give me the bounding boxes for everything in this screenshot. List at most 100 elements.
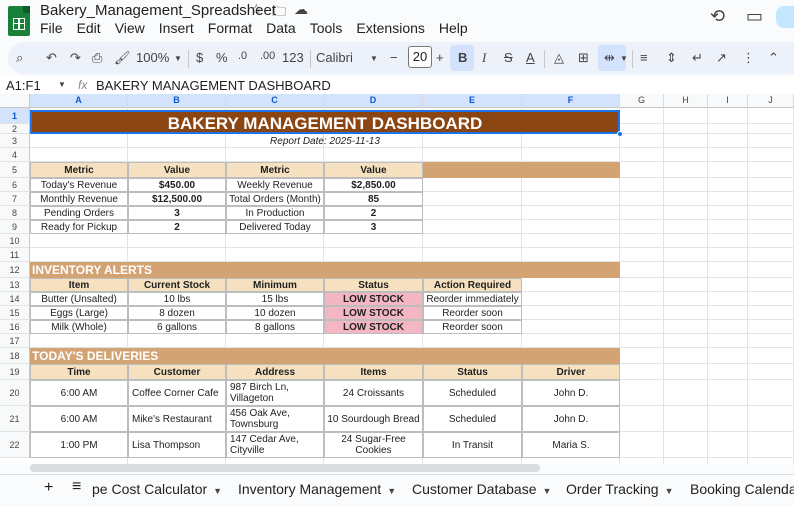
key-metrics-cell[interactable]: Ready for Pickup xyxy=(30,220,128,234)
delivery-cell[interactable]: John D. xyxy=(522,406,620,432)
delivery-cell[interactable]: Lisa Thompson xyxy=(128,432,226,458)
delivery-cell[interactable]: 6:00 AM xyxy=(30,380,128,406)
key-metrics-cell[interactable]: Delivered Today xyxy=(226,220,324,234)
menu-extensions[interactable]: Extensions xyxy=(356,20,432,36)
select-all-corner[interactable] xyxy=(0,94,30,108)
key-metrics-col-header[interactable]: Metric xyxy=(30,162,128,178)
formula-input[interactable]: BAKERY MANAGEMENT DASHBOARD xyxy=(96,78,331,93)
strikethrough-button[interactable]: S xyxy=(504,50,513,65)
delivery-cell[interactable]: John D. xyxy=(522,380,620,406)
row-header-8[interactable]: 8 xyxy=(0,206,30,220)
cloud-status-icon[interactable]: ☁ xyxy=(294,1,308,18)
key-metrics-cell[interactable]: In Production xyxy=(226,206,324,220)
key-metrics-cell[interactable]: Today's Revenue xyxy=(30,178,128,192)
fill-color-icon[interactable]: ◬ xyxy=(554,50,564,66)
delivery-cell[interactable]: 456 Oak Ave, Townsburg xyxy=(226,406,324,432)
menu-format[interactable]: Format xyxy=(208,20,260,36)
row-header-20[interactable]: 20 xyxy=(0,380,30,406)
decrease-decimal-button[interactable]: .0 xyxy=(238,50,247,62)
delivery-cell[interactable]: In Transit xyxy=(423,432,522,458)
inventory-col-header[interactable]: Action Required xyxy=(423,278,522,292)
row-header-5[interactable]: 5 xyxy=(0,162,30,178)
row-header-18[interactable]: 18 xyxy=(0,348,30,364)
key-metrics-cell[interactable]: 3 xyxy=(128,206,226,220)
increase-decimal-button[interactable]: .00 xyxy=(260,50,275,62)
column-header-g[interactable]: G xyxy=(620,94,664,108)
tab-booking-calendar[interactable]: Booking Calenda xyxy=(690,481,794,497)
zoom-select[interactable]: 100% xyxy=(136,50,169,65)
all-sheets-icon[interactable]: ≡ xyxy=(72,478,81,496)
bold-button[interactable]: B xyxy=(458,50,467,65)
menu-view[interactable]: View xyxy=(115,20,153,36)
print-icon[interactable]: ⎙ xyxy=(92,50,102,66)
delivery-cell[interactable]: Scheduled xyxy=(423,406,522,432)
row-header-16[interactable]: 16 xyxy=(0,320,30,334)
key-metrics-col-header[interactable]: Value xyxy=(128,162,226,178)
report-date[interactable]: Report Date: 2025-11-13 xyxy=(30,134,620,148)
row-header-4[interactable]: 4 xyxy=(0,148,30,162)
row-header-14[interactable]: 14 xyxy=(0,292,30,306)
row-header-13[interactable]: 13 xyxy=(0,278,30,292)
row-header-6[interactable]: 6 xyxy=(0,178,30,192)
delivery-cell[interactable]: 147 Cedar Ave, Cityville xyxy=(226,432,324,458)
menu-help[interactable]: Help xyxy=(439,20,476,36)
document-title[interactable]: Bakery_Management_Spreadsheet xyxy=(40,2,276,19)
deliveries-col-header[interactable]: Time xyxy=(30,364,128,380)
paint-format-icon[interactable]: 🖌 xyxy=(114,50,131,66)
column-header-d[interactable]: D xyxy=(324,94,423,108)
delivery-cell[interactable]: Mike's Restaurant xyxy=(128,406,226,432)
merge-cells-icon[interactable]: ⇹ xyxy=(604,50,615,66)
inventory-cell[interactable]: 15 lbs xyxy=(226,292,324,306)
inventory-cell[interactable]: 10 lbs xyxy=(128,292,226,306)
row-header-3[interactable]: 3 xyxy=(0,134,30,148)
inventory-cell[interactable]: Eggs (Large) xyxy=(30,306,128,320)
column-header-b[interactable]: B xyxy=(128,94,226,108)
deliveries-col-header[interactable]: Driver xyxy=(522,364,620,380)
deliveries-col-header[interactable]: Address xyxy=(226,364,324,380)
key-metrics-cell[interactable]: Weekly Revenue xyxy=(226,178,324,192)
row-header-11[interactable]: 11 xyxy=(0,248,30,262)
delivery-cell[interactable]: 24 Croissants xyxy=(324,380,423,406)
key-metrics-cell[interactable]: 3 xyxy=(324,220,423,234)
key-metrics-cell[interactable]: $2,850.00 xyxy=(324,178,423,192)
deliveries-col-header[interactable]: Status xyxy=(423,364,522,380)
inventory-cell[interactable]: 8 dozen xyxy=(128,306,226,320)
key-metrics-cell[interactable]: Total Orders (Month) xyxy=(226,192,324,206)
row-header-7[interactable]: 7 xyxy=(0,192,30,206)
inventory-cell[interactable]: 6 gallons xyxy=(128,320,226,334)
key-metrics-cell[interactable]: 85 xyxy=(324,192,423,206)
inventory-col-header[interactable]: Item xyxy=(30,278,128,292)
low-stock-badge[interactable]: LOW STOCK xyxy=(324,306,423,320)
delivery-cell[interactable]: 987 Birch Ln, Villageton xyxy=(226,380,324,406)
spreadsheet-grid[interactable]: ABCDEFGHIJ 1 2 3 4 5 6 7 8 9 10 11 12 13 14 15 16 17 18 19… xyxy=(0,94,794,464)
menu-insert[interactable]: Insert xyxy=(159,20,202,36)
font-family-select[interactable]: Calibri xyxy=(316,50,353,65)
column-header-a[interactable]: A xyxy=(30,94,128,108)
chevron-down-icon[interactable]: ▼ xyxy=(58,80,66,89)
inventory-cell[interactable]: 8 gallons xyxy=(226,320,324,334)
percent-format-button[interactable]: % xyxy=(216,50,228,65)
search-menus-icon[interactable]: ⌕ xyxy=(16,50,23,66)
increase-font-size-icon[interactable]: + xyxy=(436,50,444,65)
delivery-cell[interactable]: Maria S. xyxy=(522,432,620,458)
column-header-j[interactable]: J xyxy=(748,94,794,108)
key-metrics-cell[interactable]: $12,500.00 xyxy=(128,192,226,206)
inventory-cell[interactable]: Reorder soon xyxy=(423,320,522,334)
menu-data[interactable]: Data xyxy=(266,20,304,36)
history-icon[interactable]: ⟲ xyxy=(710,6,725,27)
text-color-button[interactable]: A xyxy=(526,50,535,65)
comments-icon[interactable]: ▭ xyxy=(746,6,763,27)
share-button[interactable] xyxy=(776,6,794,28)
row-header-17[interactable]: 17 xyxy=(0,334,30,348)
row-header-10[interactable]: 10 xyxy=(0,234,30,248)
key-metrics-cell[interactable]: Pending Orders xyxy=(30,206,128,220)
star-icon[interactable]: ☆ xyxy=(250,1,263,18)
column-header-h[interactable]: H xyxy=(664,94,708,108)
inventory-col-header[interactable]: Current Stock xyxy=(128,278,226,292)
column-header-c[interactable]: C xyxy=(226,94,324,108)
column-header-e[interactable]: E xyxy=(423,94,522,108)
key-metrics-cell[interactable]: $450.00 xyxy=(128,178,226,192)
row-header-19[interactable]: 19 xyxy=(0,364,30,380)
tab-recipe-cost-calculator[interactable]: pe Cost Calculator ▼ xyxy=(92,481,222,497)
deliveries-header[interactable]: TODAY'S DELIVERIES xyxy=(30,348,620,364)
